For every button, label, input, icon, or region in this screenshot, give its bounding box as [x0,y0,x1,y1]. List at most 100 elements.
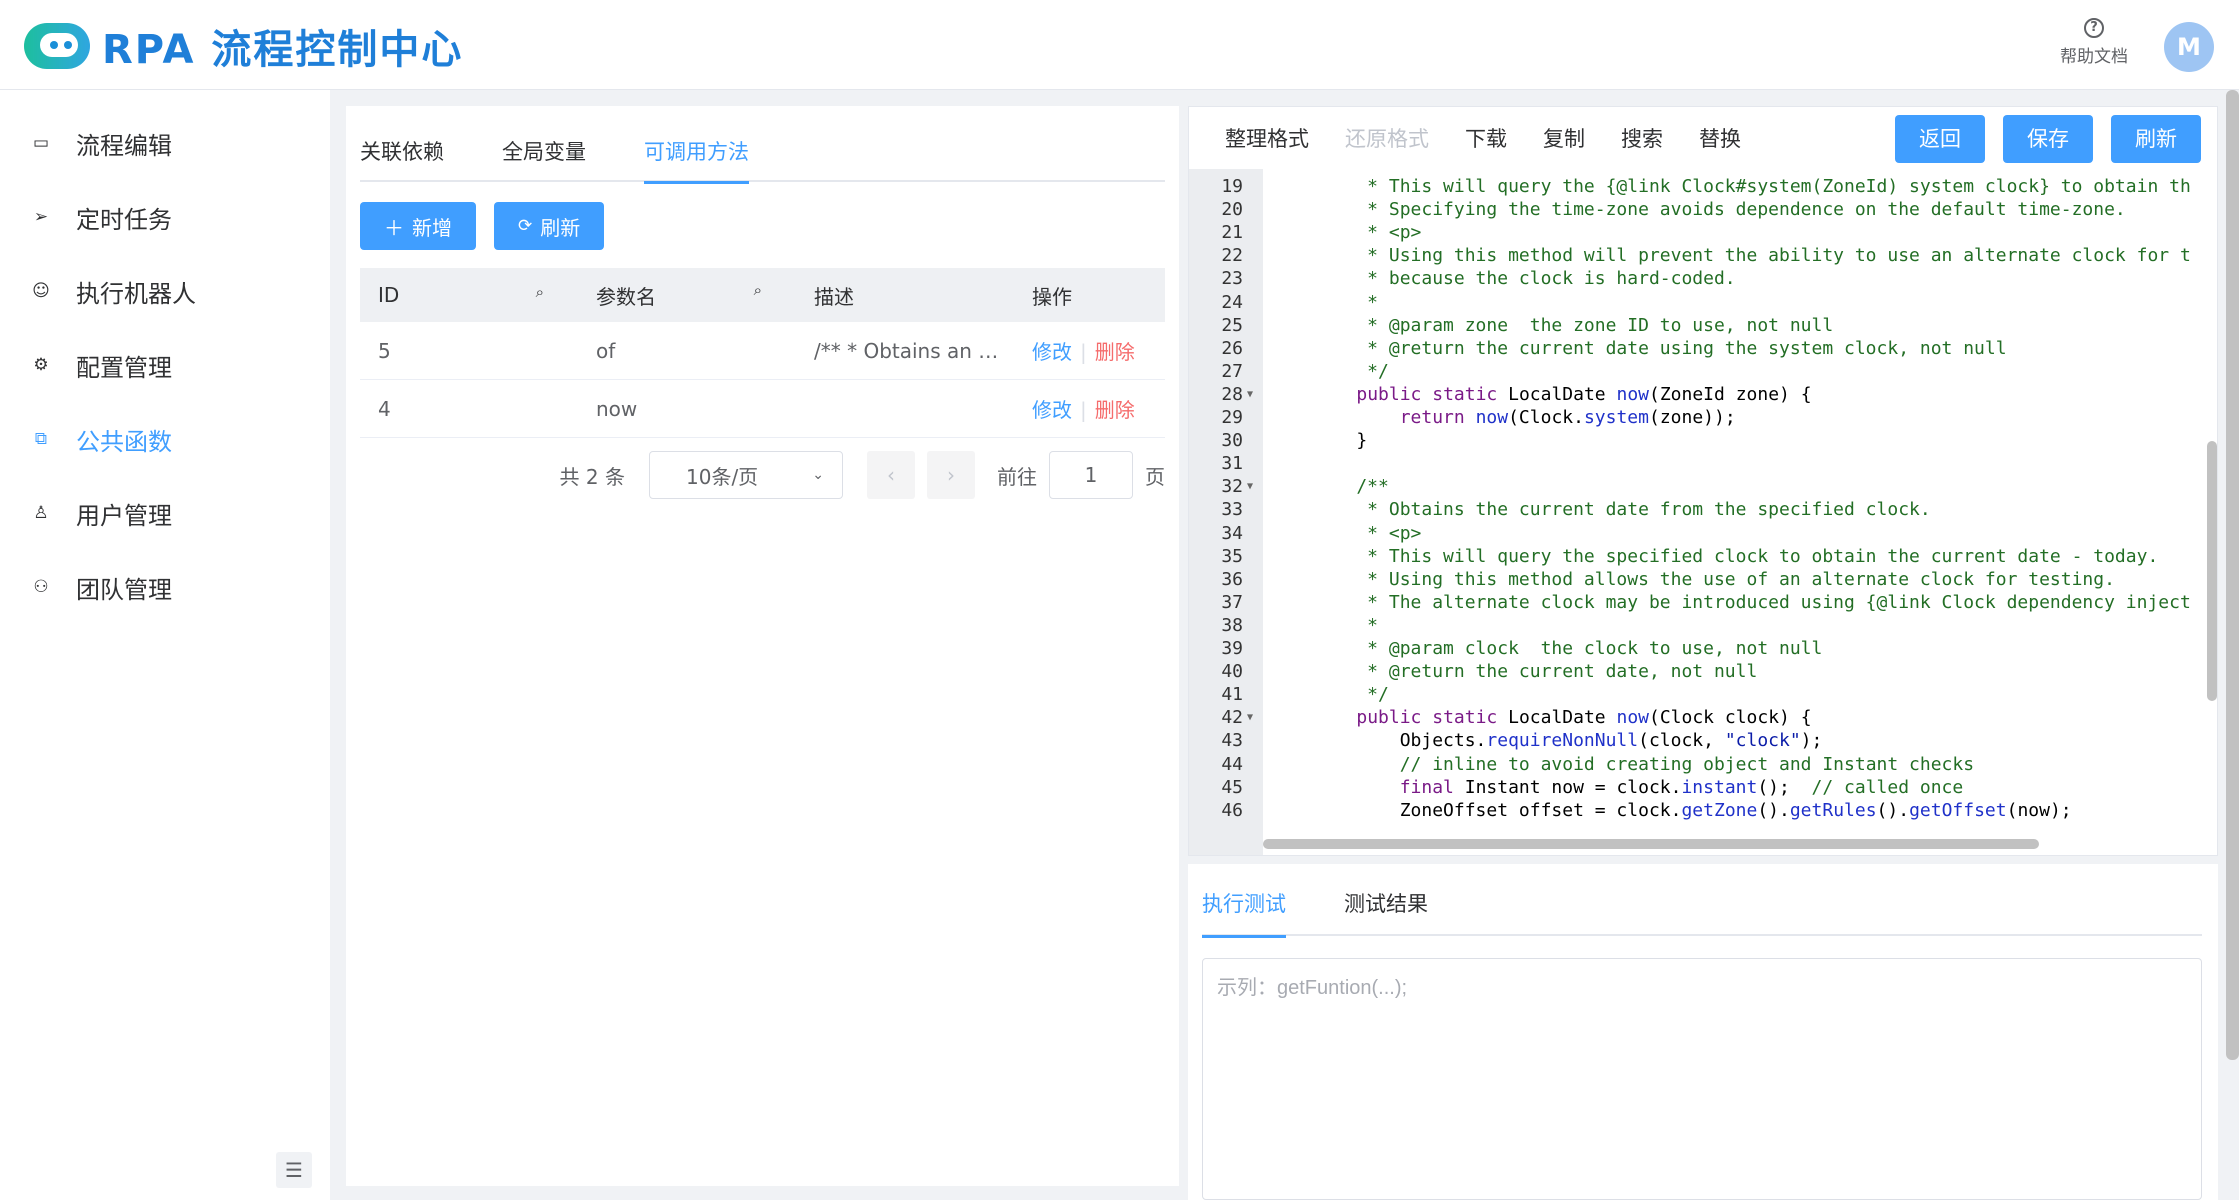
tab-global-variables[interactable]: 全局变量 [502,130,586,182]
page-scrollbar[interactable] [2226,90,2239,1060]
line-number: 30 [1221,430,1243,452]
edit-link[interactable]: 修改 [1032,398,1072,422]
fold-arrow-icon[interactable]: ▼ [1247,706,1253,730]
search-button[interactable]: 搜索 [1621,123,1663,153]
code-text: * <p> [1313,222,1422,244]
app-logo[interactable]: RPA 流程控制中心 [24,18,463,74]
tab-dependencies[interactable]: 关联依赖 [360,130,444,182]
sidebar-item-2[interactable]: ☺ 执行机器人 [0,254,330,328]
page-size-select[interactable]: 10条/页 ⌄ [649,451,843,499]
page-size-value: 10条/页 [686,464,759,489]
restore-format-button[interactable]: 还原格式 [1345,123,1429,153]
editor-vertical-scrollbar[interactable] [2207,441,2217,701]
code-text: // inline to avoid creating object and I… [1399,753,1975,775]
line-number: 37 [1221,591,1243,613]
fold-arrow-icon[interactable]: ▼ [1247,475,1253,499]
left-tabs: 关联依赖 全局变量 可调用方法 [360,130,1165,184]
search-icon[interactable]: ⌕ [536,283,544,307]
line-number: 45 [1221,776,1243,798]
edit-link[interactable]: 修改 [1032,340,1072,364]
sidebar: ▭ 流程编辑 ➢ 定时任务 ☺ 执行机器人 ⚙ 配置管理 ⧉ 公共函数 ♙ 用户管理 ⚇ 团队管理 ☰ [0,90,330,1200]
question-icon: ? [2084,18,2104,38]
test-tabs: 执行测试 测试结果 [1202,882,2202,938]
col-actions: 操作 [1032,284,1072,309]
tab-run-test[interactable]: 执行测试 [1202,882,1286,938]
code-line: 34 * <p> [1189,522,2217,546]
format-button[interactable]: 整理格式 [1225,123,1309,153]
refresh-list-button[interactable]: ⟳ 刷新 [494,202,605,250]
prev-page-button[interactable]: ‹ [867,451,915,499]
sidebar-item-3[interactable]: ⚙ 配置管理 [0,328,330,402]
collapse-sidebar-button[interactable]: ☰ [276,1152,312,1188]
add-button[interactable]: ＋ 新增 [360,202,476,250]
back-button[interactable]: 返回 [1895,115,1985,163]
line-number: 28 [1221,383,1243,405]
copy-button[interactable]: 复制 [1543,123,1585,153]
code-line: 38 * [1189,614,2217,638]
sidebar-item-0[interactable]: ▭ 流程编辑 [0,106,330,180]
code-line: 33 * Obtains the current date from the s… [1189,498,2217,522]
code-text: * This will query the specified clock to… [1313,545,2159,567]
replace-button[interactable]: 替换 [1699,123,1741,153]
line-number: 41 [1221,684,1243,706]
page-jump-input[interactable]: 1 [1049,451,1133,499]
robot-logo-icon [24,21,94,71]
delete-link[interactable]: 删除 [1095,398,1135,422]
save-button[interactable]: 保存 [2003,115,2093,163]
col-desc: 描述 [814,284,854,309]
line-number: 20 [1221,199,1243,221]
methods-panel: 关联依赖 全局变量 可调用方法 ＋ 新增 ⟳ 刷新 ID ⌕ 参数名 ⌕ 描述 操作… [346,106,1179,1186]
table-header: ID ⌕ 参数名 ⌕ 描述 操作 [360,268,1165,322]
code-line: 35 * This will query the specified clock… [1189,545,2217,569]
sidebar-item-4[interactable]: ⧉ 公共函数 [0,402,330,476]
code-text: * <p> [1313,522,1422,544]
cell-id: 5 [378,338,391,363]
search-icon[interactable]: ⌕ [754,281,762,310]
code-text: * This will query the {@link Clock#syste… [1313,176,2191,197]
editor-horizontal-scrollbar[interactable] [1263,839,2039,849]
test-panel: 执行测试 测试结果 示列：getFuntion(...); [1188,864,2218,1200]
sidebar-item-1[interactable]: ➢ 定时任务 [0,180,330,254]
sidebar-item-6[interactable]: ⚇ 团队管理 [0,550,330,624]
total-count: 共 2 条 [559,464,625,489]
app-header: RPA 流程控制中心 ? 帮助文档 M [0,0,2239,90]
code-editor-panel: 整理格式 还原格式 下载 复制 搜索 替换 返回 保存 刷新 19 * This… [1188,106,2218,856]
sidebar-item-5[interactable]: ♙ 用户管理 [0,476,330,550]
delete-link[interactable]: 删除 [1095,340,1135,364]
fold-arrow-icon[interactable]: ▼ [1247,383,1253,407]
refresh-editor-button[interactable]: 刷新 [2111,115,2201,163]
code-editor[interactable]: 19 * This will query the {@link Clock#sy… [1189,169,2217,855]
code-line: 26 * @return the current date using the … [1189,337,2217,361]
app-title: RPA 流程控制中心 [102,27,464,73]
line-number: 25 [1221,314,1243,336]
table-row: 4 now 修改 | 删除 [360,380,1165,438]
chevron-right-icon: › [947,463,955,487]
help-docs-label: 帮助文档 [2060,47,2128,67]
code-line: 45 final Instant now = clock.instant(); … [1189,776,2217,800]
refresh-button-label: 刷新 [540,215,581,240]
next-page-button[interactable]: › [927,451,975,499]
help-docs-button[interactable]: ? 帮助文档 [2052,16,2136,67]
chevron-left-icon: ‹ [887,463,895,487]
code-line: 42 ▼ public static LocalDate now(Clock cl… [1189,706,2217,730]
editor-toolbar: 整理格式 还原格式 下载 复制 搜索 替换 返回 保存 刷新 [1189,107,2217,169]
code-line: 24 * [1189,291,2217,315]
cell-id: 4 [378,396,391,421]
tab-test-result[interactable]: 测试结果 [1344,882,1428,936]
line-number: 24 [1221,291,1243,313]
code-text: */ [1313,360,1389,382]
download-button[interactable]: 下载 [1465,123,1507,153]
goto-label: 前往 [997,464,1037,489]
sidebar-item-label: 流程编辑 [76,131,172,160]
line-number: 19 [1221,176,1243,197]
code-text: final Instant now = clock.instant(); // … [1399,776,1964,798]
test-expression-input[interactable]: 示列：getFuntion(...); [1202,958,2202,1200]
line-number: 42 [1221,707,1243,729]
code-line: 41 */ [1189,683,2217,707]
pagination: 共 2 条 10条/页 ⌄ ‹ › 前往 1 页 [360,450,1165,500]
code-line: 20 * Specifying the time-zone avoids dep… [1189,198,2217,222]
user-avatar[interactable]: M [2164,22,2214,72]
code-line: 31 [1189,452,2217,476]
tab-callable-methods[interactable]: 可调用方法 [644,130,749,184]
menu-fold-icon: ☰ [285,1158,303,1182]
